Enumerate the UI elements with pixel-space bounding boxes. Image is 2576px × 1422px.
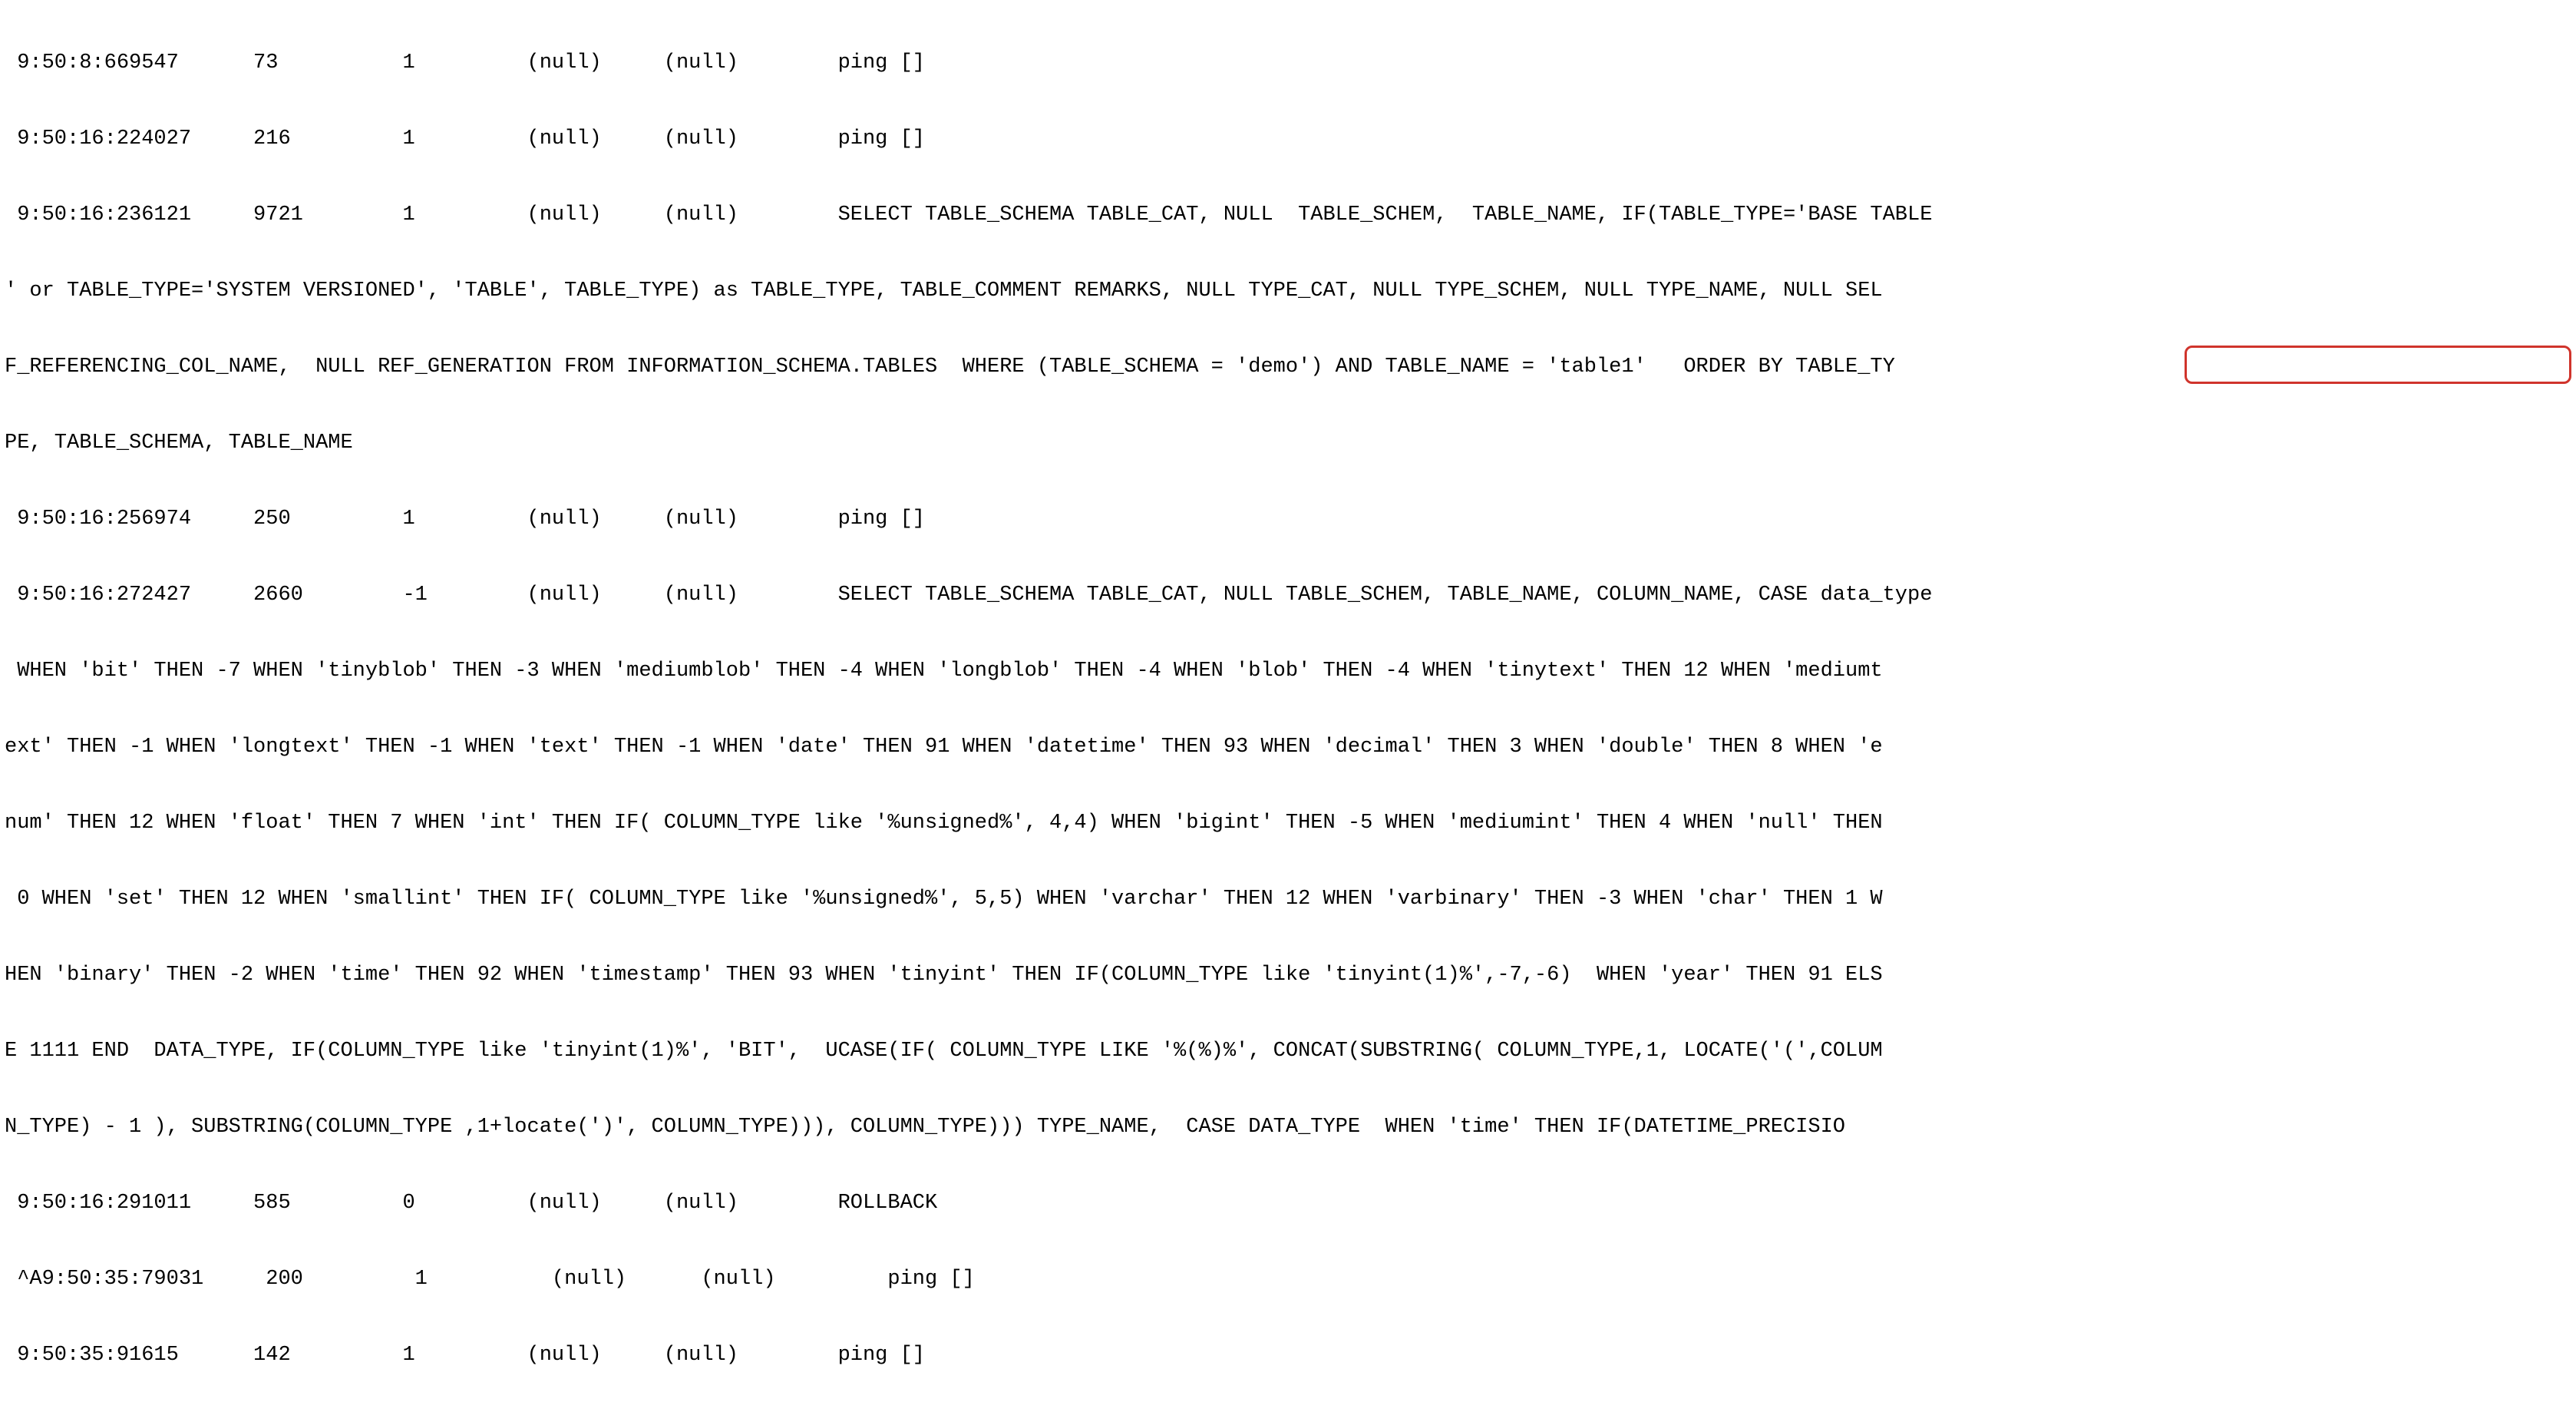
log-line: 9:50:16:291011 585 0 (null) (null) ROLLB… (5, 1191, 2571, 1216)
log-line: WHEN 'bit' THEN -7 WHEN 'tinyblob' THEN … (5, 659, 2571, 684)
log-line: E 1111 END DATA_TYPE, IF(COLUMN_TYPE lik… (5, 1039, 2571, 1064)
log-line: ' or TABLE_TYPE='SYSTEM VERSIONED', 'TAB… (5, 279, 2571, 304)
log-line: HEN 'binary' THEN -2 WHEN 'time' THEN 92… (5, 963, 2571, 988)
log-line: 9:50:35:91615 142 1 (null) (null) ping [… (5, 1343, 2571, 1368)
log-line: PE, TABLE_SCHEMA, TABLE_NAME (5, 431, 2571, 456)
log-line: N_TYPE) - 1 ), SUBSTRING(COLUMN_TYPE ,1+… (5, 1115, 2571, 1140)
log-line: ^A9:50:35:79031 200 1 (null) (null) ping… (5, 1267, 2571, 1292)
log-line: num' THEN 12 WHEN 'float' THEN 7 WHEN 'i… (5, 811, 2571, 836)
log-line: ext' THEN -1 WHEN 'longtext' THEN -1 WHE… (5, 735, 2571, 760)
log-line: 9:50:16:224027 216 1 (null) (null) ping … (5, 127, 2571, 152)
log-line: 9:50:16:272427 2660 -1 (null) (null) SEL… (5, 583, 2571, 608)
terminal-output: 9:50:8:669547 73 1 (null) (null) ping []… (0, 0, 2576, 1422)
log-line: 9:50:16:256974 250 1 (null) (null) ping … (5, 507, 2571, 532)
log-line: 9:50:16:236121 9721 1 (null) (null) SELE… (5, 203, 2571, 228)
log-line: F_REFERENCING_COL_NAME, NULL REF_GENERAT… (5, 355, 2571, 380)
log-line: 9:50:8:669547 73 1 (null) (null) ping [] (5, 51, 2571, 76)
log-line: 0 WHEN 'set' THEN 12 WHEN 'smallint' THE… (5, 887, 2571, 912)
